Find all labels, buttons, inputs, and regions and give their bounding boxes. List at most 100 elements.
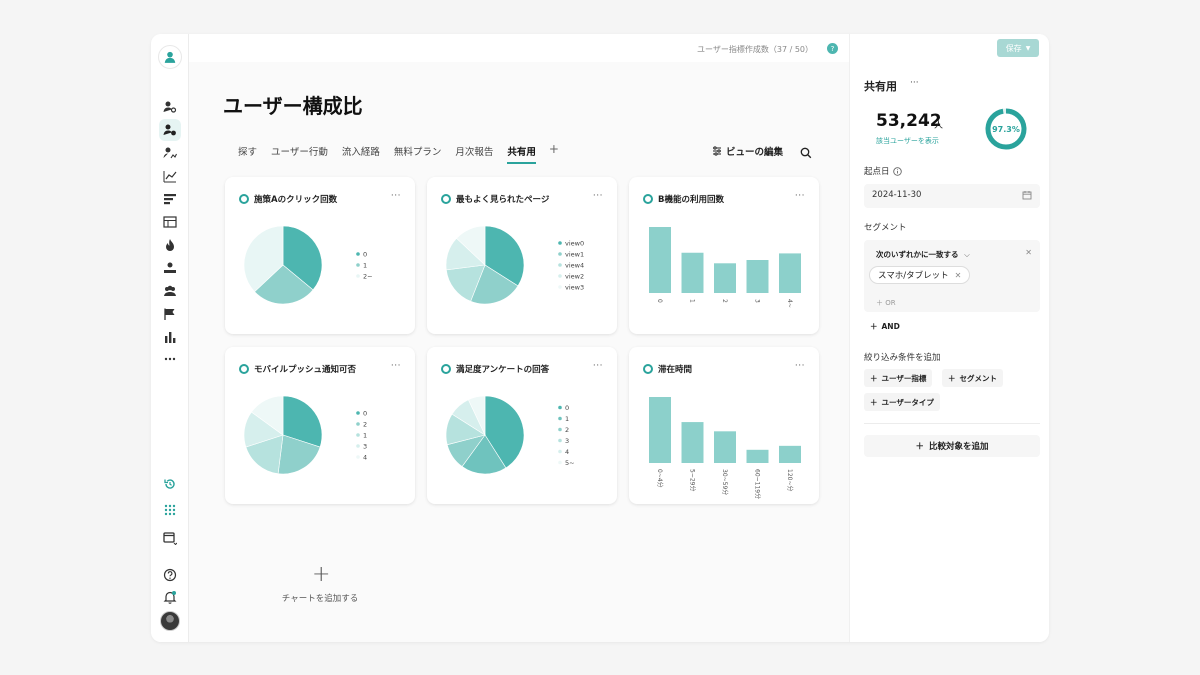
- card-menu-icon[interactable]: ···: [593, 191, 603, 201]
- filter-user-type-button[interactable]: ＋ユーザータイプ: [864, 393, 940, 411]
- chevron-down-icon: ▼: [1025, 44, 1031, 52]
- legend-label: view0: [565, 240, 584, 248]
- legend-marker: [558, 263, 562, 267]
- remove-segment-icon[interactable]: ✕: [1025, 248, 1032, 257]
- legend-marker: [558, 427, 562, 432]
- show-users-link[interactable]: 該当ユーザーを表示: [876, 136, 939, 146]
- chart-card-0[interactable]: 施策Aのクリック回数 ··· 0 1 2~: [225, 177, 415, 334]
- filter-segment-button[interactable]: ＋セグメント: [942, 369, 1003, 387]
- card-menu-icon[interactable]: ···: [391, 361, 401, 371]
- chart-title: B機能の利用回数: [658, 195, 724, 205]
- legend-marker: [558, 252, 562, 256]
- chart-svg: 0 1 2~: [243, 225, 373, 305]
- add-comparison-button[interactable]: ＋ 比較対象を追加: [864, 435, 1040, 457]
- card-menu-icon[interactable]: ···: [795, 361, 805, 371]
- card-menu-icon[interactable]: ···: [593, 361, 603, 371]
- chart-title: 施策Aのクリック回数: [254, 195, 338, 205]
- more-icon[interactable]: [159, 348, 181, 370]
- add-tab-button[interactable]: +: [543, 143, 565, 164]
- fire-icon[interactable]: [159, 234, 181, 256]
- legend-label: 3: [565, 437, 569, 445]
- user-desk-icon[interactable]: [159, 257, 181, 279]
- save-button[interactable]: 保存 ▼: [997, 39, 1039, 57]
- edit-view-button[interactable]: ビューの編集: [712, 144, 783, 158]
- filter-user-metric-button[interactable]: ＋ユーザー指標: [864, 369, 933, 387]
- tick-label: 3: [754, 299, 761, 303]
- quota-help-icon[interactable]: ?: [827, 43, 838, 54]
- history-icon[interactable]: [159, 473, 181, 495]
- start-date-field[interactable]: 2024-11-30: [864, 184, 1040, 208]
- panel-menu-icon[interactable]: ···: [910, 78, 919, 88]
- users-group-icon[interactable]: [159, 280, 181, 302]
- info-icon[interactable]: [892, 166, 902, 176]
- legend-label: 2~: [363, 273, 373, 281]
- tab-acquisition[interactable]: 流入経路: [335, 144, 387, 164]
- bar: [649, 227, 671, 293]
- tab-shared[interactable]: 共有用: [500, 144, 543, 164]
- or-label: OR: [885, 299, 896, 307]
- calendar-icon[interactable]: [1022, 190, 1032, 200]
- ratio-donut: 97.3%: [985, 108, 1027, 150]
- add-and-button[interactable]: ＋ AND: [864, 317, 906, 335]
- legend-marker: [558, 416, 562, 421]
- tab-free-plan[interactable]: 無料プラン: [387, 144, 449, 164]
- bar: [649, 397, 671, 463]
- segment-chip[interactable]: スマホ/タブレット ✕: [869, 266, 971, 284]
- legend-label: 1: [565, 415, 569, 423]
- tab-monthly-report[interactable]: 月次報告: [448, 144, 500, 164]
- filter-segment-label: セグメント: [959, 373, 998, 383]
- add-chart-card[interactable]: + チャートを追加する: [225, 522, 415, 642]
- legend-label: view4: [565, 262, 584, 270]
- tab-user-behavior[interactable]: ユーザー行動: [264, 144, 335, 164]
- chart-svg: 0 2 1 3 4: [243, 395, 367, 475]
- add-or-button[interactable]: ＋ OR: [876, 298, 896, 308]
- nav-rail: [151, 34, 189, 642]
- user-composition-icon[interactable]: [159, 119, 181, 141]
- card-menu-icon[interactable]: ···: [795, 191, 805, 201]
- legend-marker: [558, 274, 562, 278]
- user-count: 53,242: [876, 111, 942, 131]
- plus-icon: ＋: [948, 373, 956, 383]
- user-search-icon[interactable]: [159, 96, 181, 118]
- search-icon[interactable]: [800, 144, 812, 163]
- legend-marker: [356, 263, 360, 267]
- apps-grid-icon[interactable]: [159, 499, 181, 521]
- bar-chart-icon[interactable]: [159, 326, 181, 348]
- tick-label: 60~119分: [754, 469, 762, 499]
- status-ring-icon: [441, 194, 451, 204]
- list-report-icon[interactable]: [159, 188, 181, 210]
- legend-marker: [356, 411, 360, 415]
- window-switch-icon[interactable]: [159, 527, 181, 549]
- chart-card-2[interactable]: B機能の利用回数 ··· 0 1 2 3 4~: [629, 177, 819, 334]
- filter-user-metric-label: ユーザー指標: [881, 373, 927, 383]
- account-icon[interactable]: [158, 45, 182, 69]
- legend-label: 3: [363, 443, 367, 451]
- chart-card-3[interactable]: モバイルプッシュ通知可否 ··· 0 2 1 3 4: [225, 347, 415, 504]
- card-menu-icon[interactable]: ···: [391, 191, 401, 201]
- legend-label: view3: [565, 284, 584, 292]
- legend-marker: [356, 252, 360, 256]
- segment-match-dropdown[interactable]: 次のいずれかに一致する ⌵: [876, 249, 970, 260]
- chart-card-4[interactable]: 満足度アンケートの回答 ··· 0 1 2 3 4 5~: [427, 347, 617, 504]
- legend-label: 0: [363, 251, 367, 259]
- chip-close-icon[interactable]: ✕: [955, 271, 962, 280]
- user-flow-icon[interactable]: [159, 142, 181, 164]
- help-icon[interactable]: [159, 564, 181, 586]
- chart-title: 満足度アンケートの回答: [456, 365, 550, 375]
- chart-card-5[interactable]: 滞在時間 ··· 0~4分 5~29分 30~59分 60~119分 120~分: [629, 347, 819, 504]
- table-icon[interactable]: [159, 211, 181, 233]
- legend-marker: [356, 433, 360, 437]
- legend-label: 1: [363, 262, 367, 270]
- trend-chart-icon[interactable]: [159, 165, 181, 187]
- avatar[interactable]: [160, 611, 180, 631]
- flag-icon[interactable]: [159, 303, 181, 325]
- chart-title: モバイルプッシュ通知可否: [254, 365, 357, 375]
- legend-marker: [356, 422, 360, 426]
- add-chart-label: チャートを追加する: [281, 594, 359, 604]
- tick-label: 120~分: [786, 469, 794, 491]
- chart-card-1[interactable]: 最もよく見られたページ ··· view0 view1 view4 view2 view…: [427, 177, 617, 334]
- legend-label: 4: [565, 448, 569, 456]
- tab-explore[interactable]: 探す: [231, 144, 264, 164]
- plus-icon: ＋: [915, 442, 924, 452]
- notification-bell-icon[interactable]: [159, 586, 181, 608]
